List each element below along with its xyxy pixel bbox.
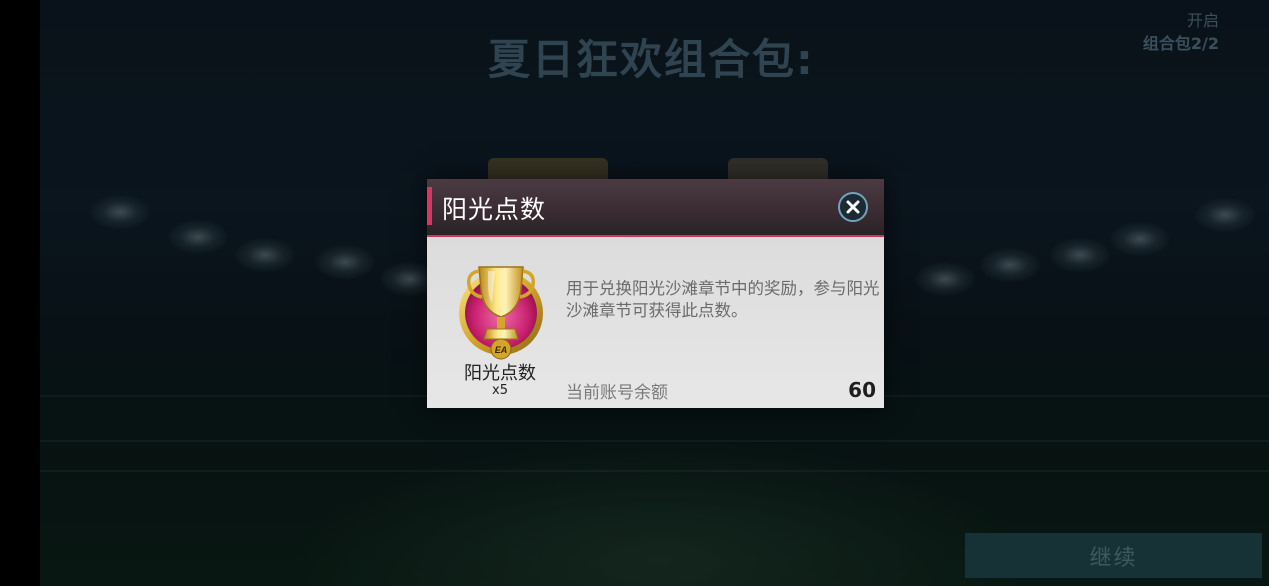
close-icon <box>846 200 860 214</box>
game-screen: 夏日狂欢组合包: 开启 组合包2/2 继续 阳光点数 EA 阳光点数 x5 用于… <box>0 0 1269 586</box>
balance-value: 60 <box>848 378 876 402</box>
header-accent-bar <box>427 187 432 225</box>
dialog-title: 阳光点数 <box>442 195 547 224</box>
continue-button[interactable]: 继续 <box>965 533 1262 578</box>
dialog-body: EA 阳光点数 x5 用于兑换阳光沙滩章节中的奖励，参与阳光沙滩章节可获得此点数… <box>427 237 884 408</box>
dialog-header: 阳光点数 <box>427 179 884 237</box>
trophy-icon: EA <box>459 266 543 360</box>
item-name: 阳光点数 <box>464 363 536 384</box>
balance-label: 当前账号余额 <box>566 383 668 403</box>
pack-count: 组合包2/2 <box>1142 34 1219 53</box>
svg-text:EA: EA <box>495 345 508 355</box>
item-quantity: x5 <box>492 383 508 398</box>
continue-label: 继续 <box>1089 545 1138 571</box>
pack-title: 夏日狂欢组合包: <box>488 35 815 84</box>
close-button[interactable] <box>838 192 868 222</box>
item-description: 用于兑换阳光沙滩章节中的奖励，参与阳光沙滩章节可获得此点数。 <box>566 279 880 320</box>
item-info-dialog: 阳光点数 EA 阳光点数 x5 用于兑换阳光沙滩章节中的奖励，参与阳光沙滩章节可… <box>427 179 884 408</box>
open-label: 开启 <box>1186 11 1219 30</box>
